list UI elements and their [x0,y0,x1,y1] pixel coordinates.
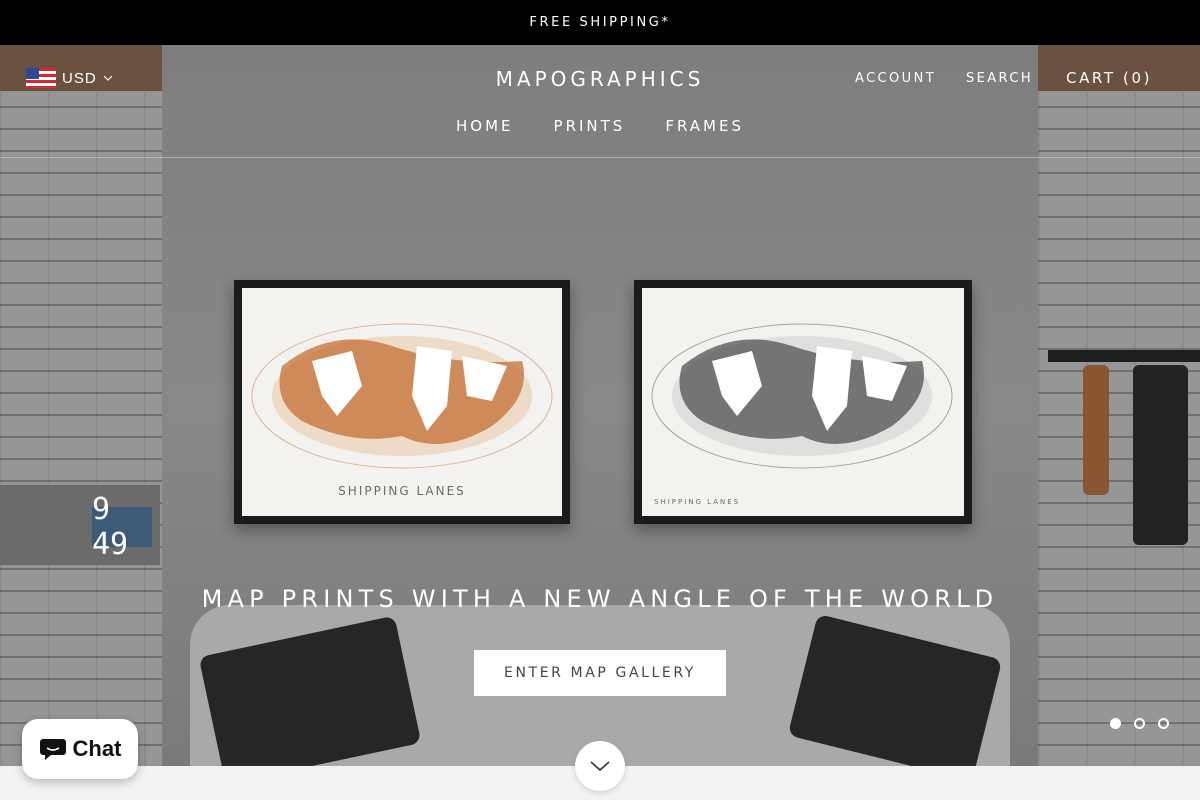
announcement-bar: FREE SHIPPING* [0,0,1200,45]
chevron-down-icon [590,761,610,772]
hero-heading: MAP PRINTS WITH A NEW ANGLE OF THE WORLD [201,585,999,613]
chat-label: Chat [72,736,122,761]
search-link[interactable]: SEARCH [966,71,1033,86]
enter-gallery-button[interactable]: ENTER MAP GALLERY [474,650,726,696]
scroll-down-button[interactable] [575,741,625,791]
framed-print-right: SHIPPING LANES [634,280,972,524]
chat-button[interactable]: Chat [22,719,138,779]
framed-print-left: SHIPPING LANES [234,280,570,524]
slide-dot-2[interactable] [1134,718,1145,729]
site-header: USD MAPOGRAPHICS ACCOUNT SEARCH CART (0)… [0,45,1200,158]
print-title-left: SHIPPING LANES [338,484,466,498]
chat-bubble-icon [39,739,66,760]
world-map-orange [251,323,553,469]
nav-item-home[interactable]: HOME [456,117,514,135]
print-title-right: SHIPPING LANES [654,498,741,506]
main-nav: HOME PRINTS FRAMES [0,117,1200,135]
slide-dot-1[interactable] [1110,718,1121,729]
world-map-gray [651,323,953,469]
account-link[interactable]: ACCOUNT [855,71,936,86]
flip-clock: 9 49 [92,492,152,562]
slideshow-dots [1110,718,1169,729]
slide-dot-3[interactable] [1158,718,1169,729]
nav-item-prints[interactable]: PRINTS [554,117,626,135]
nav-item-frames[interactable]: FRAMES [665,117,744,135]
cart-link[interactable]: CART (0) [1066,69,1152,87]
announcement-text: FREE SHIPPING* [529,15,671,30]
